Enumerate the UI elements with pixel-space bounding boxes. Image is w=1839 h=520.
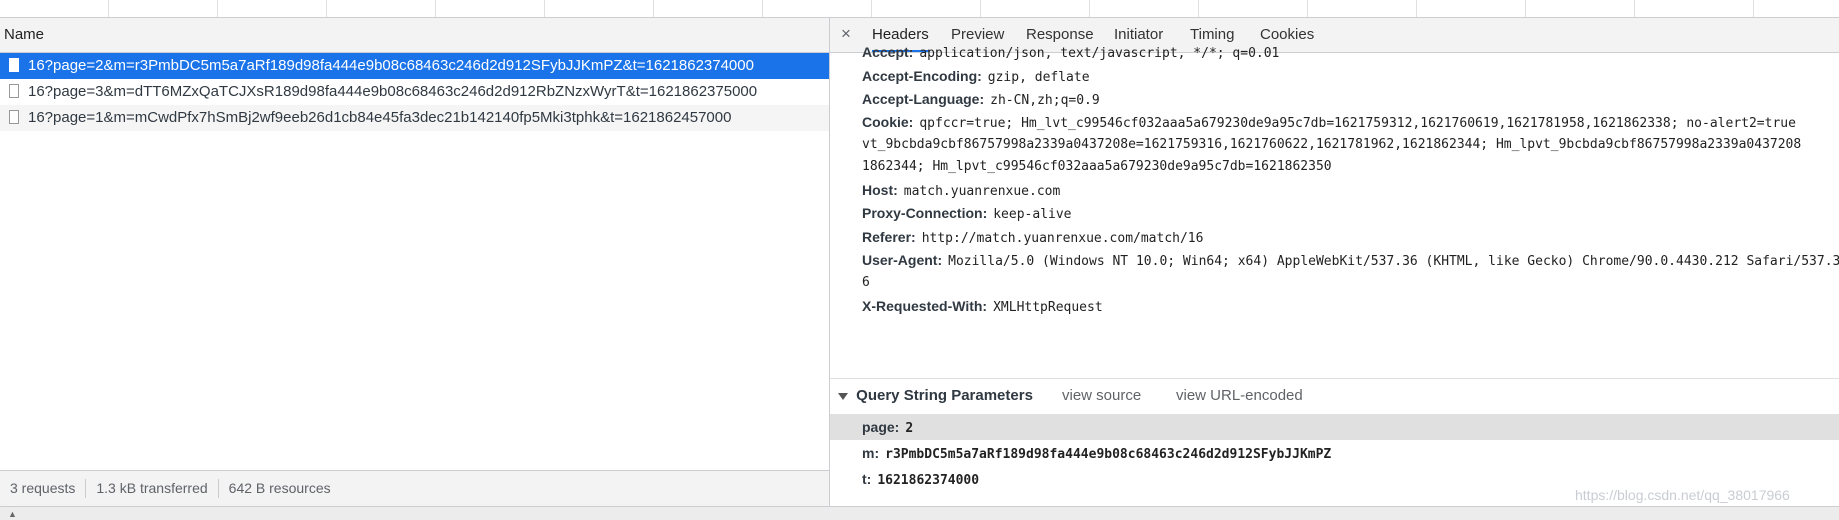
transferred-size: 1.3 kB transferred [86,479,219,498]
resources-size: 642 B resources [228,480,331,496]
query-param-row: page: 2 [830,414,1839,440]
query-param-row: m: r3PmbDC5m5a7aRf189d98fa444e9b08c68463c… [830,440,1839,466]
header-accept-encoding: Accept-Encoding: gzip, deflate [862,68,1090,85]
timeline-gridline [217,0,218,17]
timeline-overview[interactable] [0,0,1839,18]
param-key: m: r3PmbDC5m5a7aRf189d98fa444e9b08c68463c… [862,440,1331,468]
header-key: Host: [862,182,898,198]
view-url-encoded-link[interactable]: view URL-encoded [1176,379,1303,412]
query-string-section-header[interactable]: Query String Parameters view source view… [830,378,1839,412]
timeline-gridline [762,0,763,17]
header-host: Host: match.yuanrenxue.com [862,182,1060,199]
header-accept-language: Accept-Language: zh-CN,zh;q=0.9 [862,91,1100,108]
header-key: X-Requested-With: [862,298,988,314]
header-key: Accept-Language: [862,91,985,107]
timeline-gridline [1089,0,1090,17]
header-value: keep-alive [993,207,1072,222]
timeline-gridline [871,0,872,17]
cookie-continuation: 1862344; Hm_lpvt_c99546cf032aaa5a679230d… [862,159,1332,174]
request-detail-pane: × Headers Preview Response Initiator Tim… [830,18,1839,506]
header-value: qpfccr=true; Hm_lvt_c99546cf032aaa5a6792… [919,116,1796,131]
timeline-gridline [326,0,327,17]
param-key-text: m: [862,445,880,461]
header-key: Proxy-Connection: [862,205,988,221]
timeline-gridline [1525,0,1526,17]
triangle-down-icon[interactable] [838,392,848,400]
file-icon [9,84,19,98]
header-key: Accept-Encoding: [862,68,982,84]
param-key: t: 1621862374000 [862,466,979,494]
param-value: 1621862374000 [877,473,980,488]
file-icon [9,110,19,124]
request-name: 16?page=2&m=r3PmbDC5m5a7aRf189d98fa444e9… [28,57,754,74]
header-value: XMLHttpRequest [993,300,1103,315]
timeline-gridline [1307,0,1308,17]
name-column-header[interactable]: Name [0,18,829,53]
header-value: application/json, text/javascript, */*; … [919,46,1280,61]
network-status-bar: 3 requests 1.3 kB transferred 642 B resour… [0,470,829,506]
param-value: 2 [905,421,914,436]
param-key-text: page: [862,419,900,435]
header-value: http://match.yuanrenxue.com/match/16 [921,231,1204,246]
header-value: match.yuanrenxue.com [903,184,1061,199]
timeline-gridline [1416,0,1417,17]
timeline-gridline [980,0,981,17]
param-key: page: 2 [862,414,913,442]
timeline-gridline [435,0,436,17]
request-count: 3 requests [0,479,87,498]
request-name: 16?page=1&m=mCwdPfx7hSmBj2wf9eeb26d1cb84… [28,109,732,126]
name-column-label: Name [4,26,45,43]
param-key-text: t: [862,471,872,487]
param-value: r3PmbDC5m5a7aRf189d98fa444e9b08c68463c24… [885,447,1332,462]
timeline-gridline [544,0,545,17]
header-value: Mozilla/5.0 (Windows NT 10.0; Win64; x64… [948,254,1839,269]
header-referer: Referer: http://match.yuanrenxue.com/matc… [862,229,1203,246]
timeline-gridline [653,0,654,17]
timeline-gridline [1753,0,1754,17]
request-list-pane: Name 16?page=2&m=r3PmbDC5m5a7aRf189d98fa… [0,18,830,506]
header-accept: Accept: application/json, text/javascript… [862,44,1279,61]
header-key: User-Agent: [862,252,943,268]
file-icon [9,58,19,72]
timeline-gridline [108,0,109,17]
caret-up-icon[interactable]: ▲ [8,509,17,519]
user-agent-continuation: 6 [862,275,870,290]
close-icon[interactable]: × [841,24,851,44]
section-title: Query String Parameters [856,387,1033,404]
header-key: Accept: [862,44,914,60]
header-value: gzip, deflate [987,70,1090,85]
header-proxy-connection: Proxy-Connection: keep-alive [862,205,1072,222]
cookie-continuation: vt_9bcbda9cbf86757998a2339a0437208e=1621… [862,137,1802,152]
header-x-requested-with: X-Requested-With: XMLHttpRequest [862,298,1103,315]
header-cookie: Cookie: qpfccr=true; Hm_lvt_c99546cf032aa… [862,114,1796,131]
request-name: 16?page=3&m=dTT6MZxQaTCJXsR189d98fa444e9… [28,83,758,100]
request-row[interactable]: 16?page=2&m=r3PmbDC5m5a7aRf189d98fa444e9… [0,53,829,79]
timeline-gridline [1198,0,1199,17]
header-key: Referer: [862,229,916,245]
drawer-resize-strip[interactable]: ▲ [0,506,1839,520]
timeline-gridline [1634,0,1635,17]
view-source-link[interactable]: view source [1062,379,1141,412]
request-row[interactable]: 16?page=1&m=mCwdPfx7hSmBj2wf9eeb26d1cb84… [0,105,829,131]
header-value: zh-CN,zh;q=0.9 [990,93,1100,108]
header-user-agent: User-Agent: Mozilla/5.0 (Windows NT 10.0;… [862,252,1839,269]
watermark: https://blog.csdn.net/qq_38017966 [1575,487,1790,503]
request-row[interactable]: 16?page=3&m=dTT6MZxQaTCJXsR189d98fa444e9… [0,79,829,105]
header-key: Cookie: [862,114,914,130]
